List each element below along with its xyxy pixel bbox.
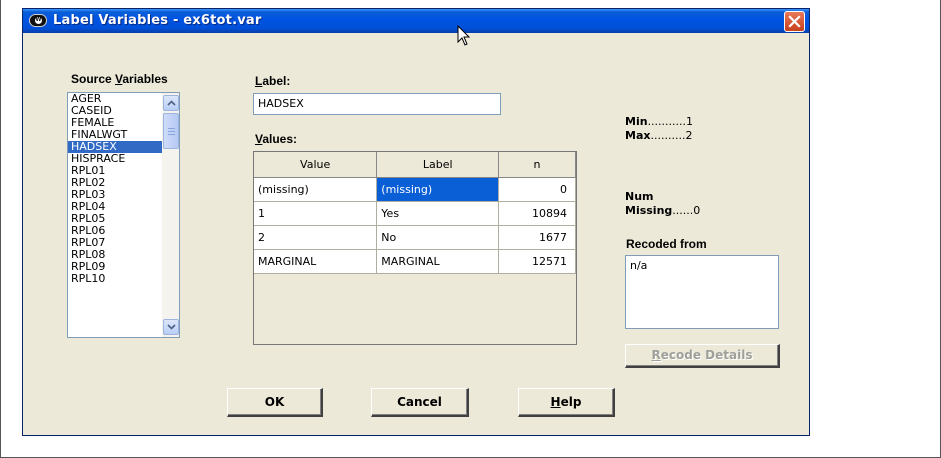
min-stat: Min...........1 <box>625 115 694 128</box>
recoded-from-caption: Recoded from <box>626 237 707 251</box>
value-cell[interactable]: 2 <box>254 225 378 250</box>
table-row: 2 No 1677 <box>254 225 576 250</box>
vertical-scrollbar[interactable] <box>162 93 179 337</box>
count-cell: 1677 <box>498 225 576 250</box>
mouse-cursor-icon <box>457 25 471 46</box>
chevron-down-icon <box>167 324 176 330</box>
column-header-label[interactable]: Label <box>376 152 500 178</box>
label-cell[interactable]: MARGINAL <box>376 249 500 274</box>
column-header-value[interactable]: Value <box>254 152 378 178</box>
chevron-up-icon <box>167 100 176 106</box>
label-cell[interactable]: (missing) <box>376 177 500 202</box>
source-variables-caption: Source Variables <box>71 72 168 86</box>
label-cell[interactable]: No <box>376 225 500 250</box>
label-caption: Label: <box>255 74 291 88</box>
value-cell[interactable]: 1 <box>254 201 378 226</box>
ok-button[interactable]: OK <box>227 388 323 417</box>
table-row: (missing) (missing) 0 <box>254 177 576 202</box>
cancel-button[interactable]: Cancel <box>371 388 469 417</box>
count-cell: 10894 <box>498 201 576 226</box>
values-caption: Values: <box>255 132 298 146</box>
table-row: MARGINAL MARGINAL 12571 <box>254 249 576 274</box>
value-cell[interactable]: (missing) <box>254 177 378 202</box>
recode-details-button[interactable]: Recode Details <box>625 344 780 368</box>
close-button[interactable] <box>784 11 805 32</box>
label-cell[interactable]: Yes <box>376 201 500 226</box>
column-header-n[interactable]: n <box>498 152 576 178</box>
scroll-up-button[interactable] <box>163 95 179 111</box>
table-row: 1 Yes 10894 <box>254 201 576 226</box>
help-button[interactable]: Help <box>518 388 615 417</box>
values-table: Value Label n (missing) (missing) 0 1 Ye… <box>254 152 576 274</box>
max-stat: Max..........2 <box>625 129 693 142</box>
label-input[interactable]: HADSEX <box>253 93 501 115</box>
app-icon: W <box>29 14 47 27</box>
values-grid[interactable]: Value Label n (missing) (missing) 0 1 Ye… <box>253 151 577 345</box>
recoded-from-box[interactable]: n/a <box>625 255 779 329</box>
count-cell: 12571 <box>498 249 576 274</box>
scroll-down-button[interactable] <box>163 319 179 335</box>
window-title: Label Variables - ex6tot.var <box>53 13 262 28</box>
value-cell[interactable]: MARGINAL <box>254 249 378 274</box>
close-icon <box>788 15 801 28</box>
num-missing-label: Num <box>625 190 654 203</box>
label-variables-dialog: W Label Variables - ex6tot.var Source Va… <box>22 8 810 436</box>
scroll-thumb[interactable] <box>163 113 179 149</box>
count-cell: 0 <box>498 177 576 202</box>
source-variables-list[interactable]: AGER CASEID FEMALE FINALWGT HADSEX HISPRACE RP… <box>67 92 180 338</box>
title-bar[interactable]: W Label Variables - ex6tot.var <box>23 9 809 33</box>
missing-stat: Missing......0 <box>625 204 701 217</box>
